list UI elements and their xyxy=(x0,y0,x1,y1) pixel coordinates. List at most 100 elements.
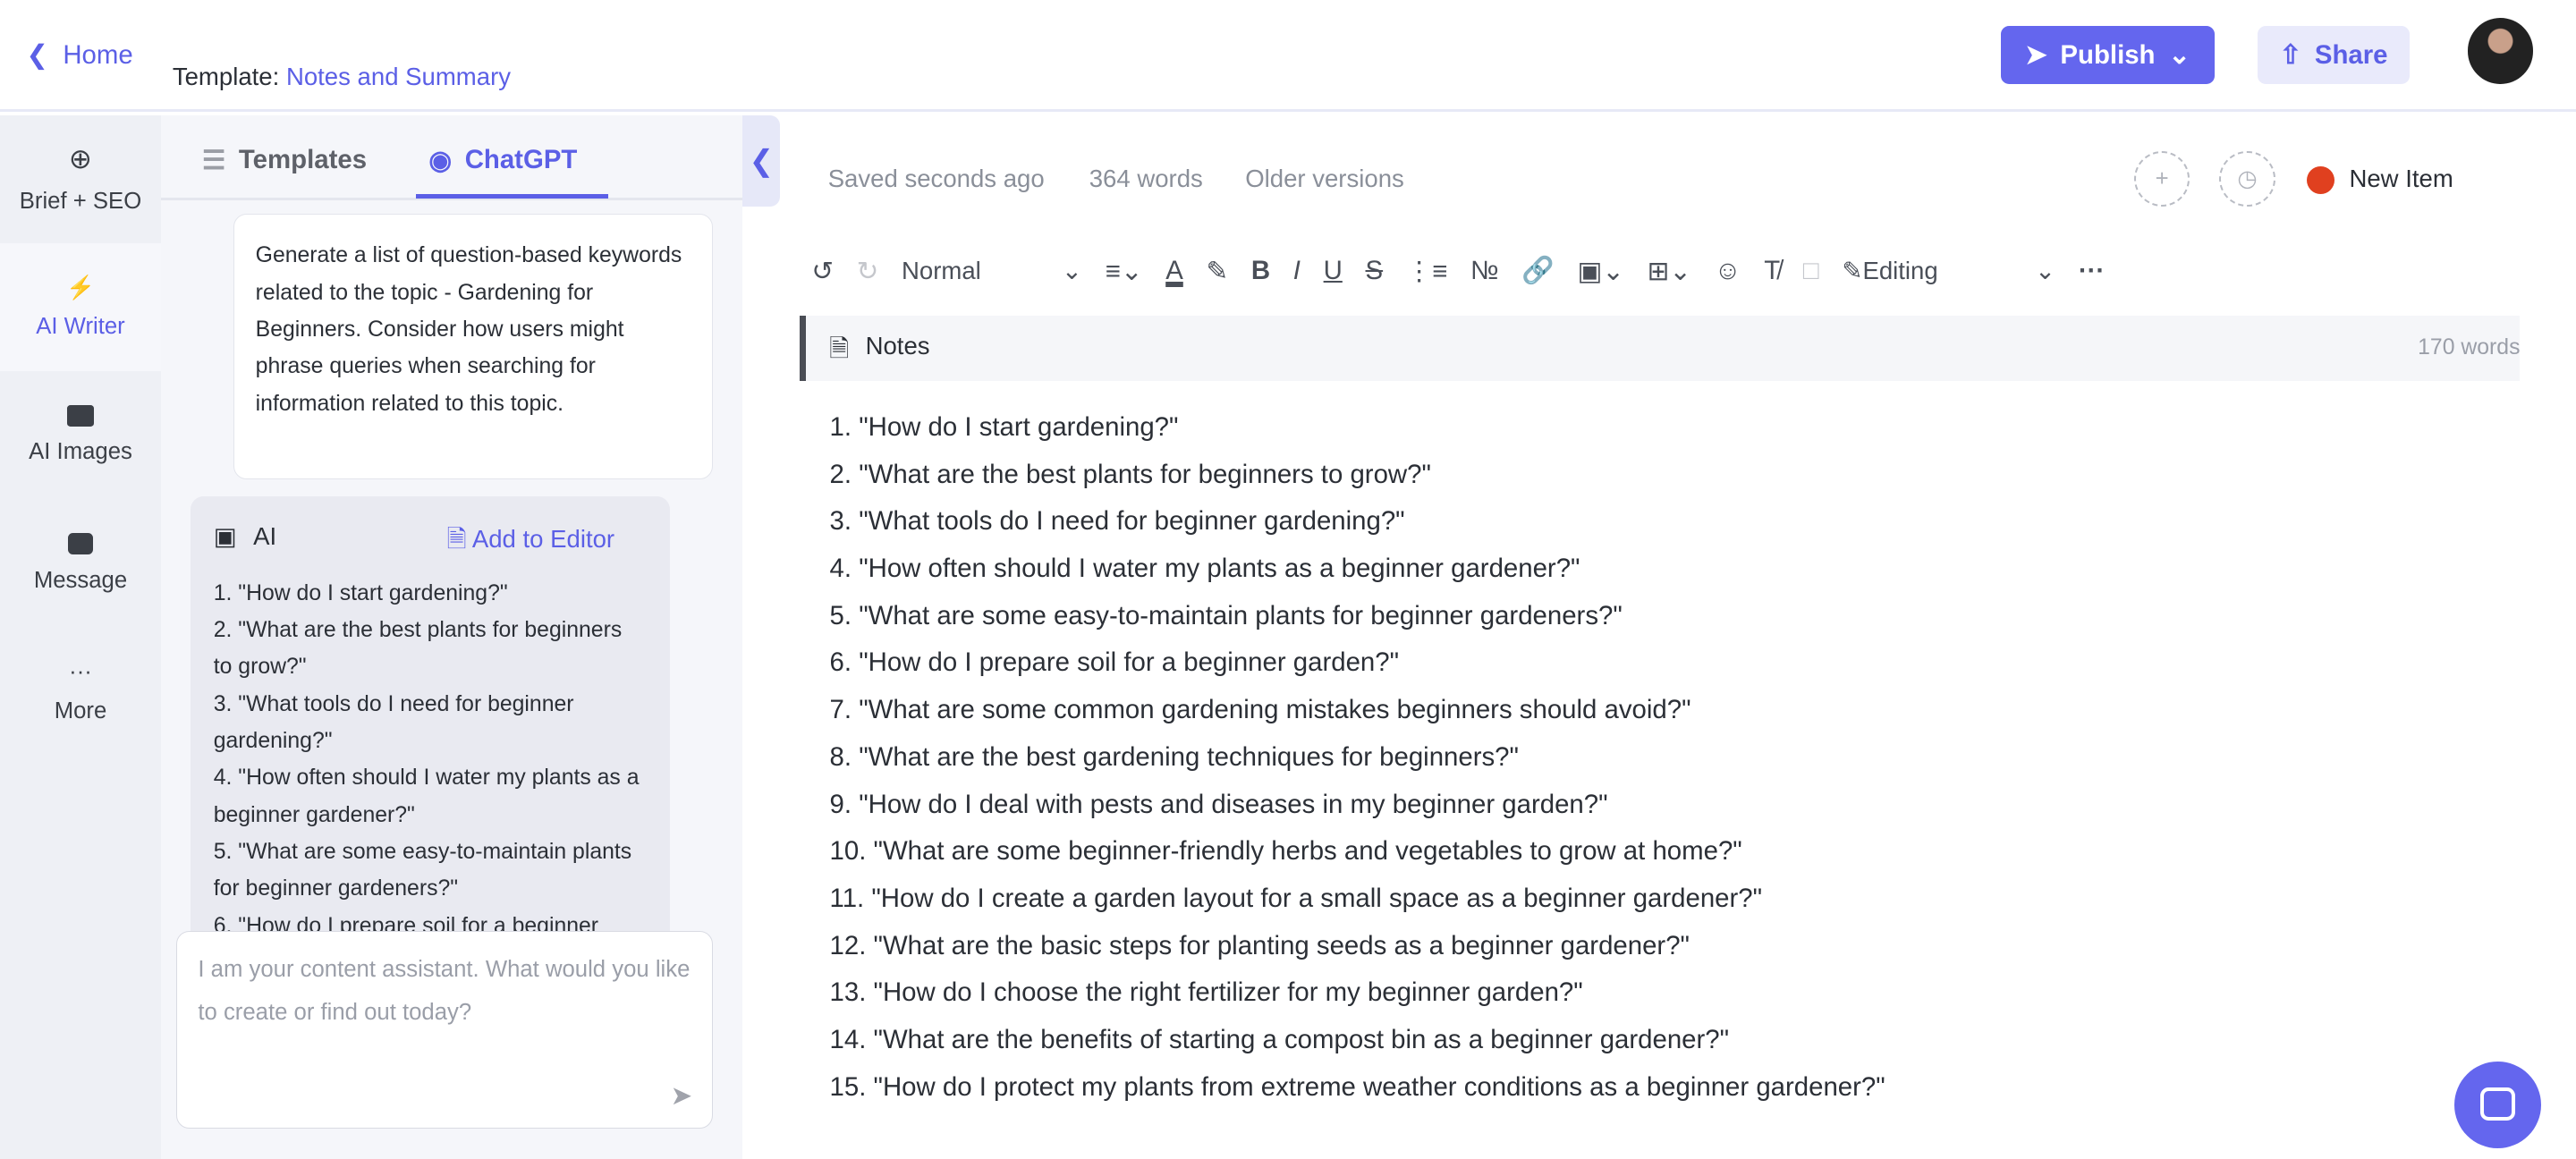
nav-label: More xyxy=(54,698,107,723)
more-options-icon[interactable]: ··· xyxy=(2079,247,2105,296)
emoji-icon[interactable]: ☺ xyxy=(1715,247,1741,296)
home-label: Home xyxy=(63,40,133,71)
template-name[interactable]: Notes and Summary xyxy=(286,63,511,90)
nav-ai-images[interactable]: AI Images xyxy=(0,371,161,499)
message-icon xyxy=(68,533,93,555)
mode-select[interactable]: ✎ Editing ⌄ xyxy=(1842,247,2055,296)
editor-line: 1. "How do I start gardening?" xyxy=(829,411,1179,442)
active-tab-indicator xyxy=(415,193,608,199)
align-icon[interactable]: ≡⌄ xyxy=(1106,247,1143,296)
editor-line: 15. "How do I protect my plants from ext… xyxy=(829,1071,1885,1102)
ai-response: ▣ AI 🗎 Add to Editor 1. "How do I start g… xyxy=(191,495,671,989)
redo-icon[interactable]: ↻ xyxy=(857,247,879,296)
nav-ai-writer[interactable]: ⚡ AI Writer xyxy=(0,242,161,372)
add-to-editor-button[interactable]: 🗎 Add to Editor xyxy=(447,522,615,563)
table-icon[interactable]: ⊞⌄ xyxy=(1648,247,1691,296)
template-label: Template: Notes and Summary xyxy=(173,63,511,91)
chat-support-button[interactable] xyxy=(2454,1061,2542,1148)
template-prefix: Template: xyxy=(172,62,280,90)
user-prompt: Generate a list of question-based keywor… xyxy=(233,213,714,480)
image-icon xyxy=(67,404,94,427)
home-link[interactable]: ❮ Home xyxy=(26,39,132,71)
section-title: Notes xyxy=(865,332,930,360)
publish-label: Publish xyxy=(2060,39,2156,70)
file-import-icon: 🗎 xyxy=(446,525,467,554)
nav-message[interactable]: Message xyxy=(0,499,161,627)
ai-label: AI xyxy=(253,522,277,551)
chevron-down-icon: ⌄ xyxy=(1061,257,1083,285)
nav-label: Message xyxy=(33,567,128,593)
bullet-list-icon[interactable]: ⋮≡ xyxy=(1406,247,1448,296)
ai-response-text: 1. "How do I start gardening?" 2. "What … xyxy=(213,580,640,975)
editor-line: 9. "How do I deal with pests and disease… xyxy=(829,789,1608,819)
nav-label: AI Writer xyxy=(36,314,125,340)
tab-templates[interactable]: ☰ Templates xyxy=(202,145,367,176)
editor-line: 11. "How do I create a garden layout for… xyxy=(829,884,1763,914)
collapse-panel-button[interactable]: ❮ xyxy=(742,114,781,207)
highlight-icon[interactable]: ✎ xyxy=(1206,247,1228,296)
ai-header: ▣ AI xyxy=(214,522,276,551)
tab-label: ChatGPT xyxy=(464,145,578,175)
section-header: 🗎 Notes 170 words xyxy=(800,315,2521,382)
saved-status: Saved seconds ago xyxy=(827,164,1045,192)
add-user-icon[interactable]: + xyxy=(2133,150,2190,207)
chat-bubbles-icon: ◉ xyxy=(428,145,452,175)
add-to-editor-label: Add to Editor xyxy=(471,525,615,554)
chevron-left-icon: ❮ xyxy=(26,40,48,71)
tab-chatgpt[interactable]: ◉ ChatGPT xyxy=(428,145,577,176)
item-status[interactable]: New Item xyxy=(2349,165,2453,193)
status-dot xyxy=(2306,165,2334,194)
bold-icon[interactable]: B xyxy=(1251,247,1270,296)
editor-line: 3. "What tools do I need for beginner ga… xyxy=(829,506,1405,537)
chat-icon xyxy=(2480,1087,2515,1121)
publish-button[interactable]: ➤ Publish ⌄ xyxy=(2001,26,2215,84)
editor-line: 2. "What are the best plants for beginne… xyxy=(829,459,1431,489)
books-icon: ☰ xyxy=(201,145,226,175)
nav-label: AI Images xyxy=(29,439,132,465)
chat-tabs: ☰ Templates ◉ ChatGPT xyxy=(160,115,743,201)
editor-line: 12. "What are the basic steps for planti… xyxy=(829,930,1690,960)
editor-line: 13. "How do I choose the right fertilize… xyxy=(829,977,1583,1008)
strikethrough-icon[interactable]: S xyxy=(1366,247,1384,296)
link-icon[interactable]: 🔗 xyxy=(1521,247,1555,296)
editor-line: 4. "How often should I water my plants a… xyxy=(829,553,1580,583)
word-count: 364 words xyxy=(1089,164,1203,192)
nav-label: Brief + SEO xyxy=(19,189,142,215)
nav-more[interactable]: ··· More xyxy=(0,628,161,756)
chat-panel: ☰ Templates ◉ ChatGPT Generate a list of q… xyxy=(160,114,743,1159)
text-color-icon[interactable]: A xyxy=(1165,247,1183,296)
numbered-list-icon[interactable]: № xyxy=(1470,247,1499,296)
document-icon: 🗎 xyxy=(829,334,850,362)
chat-input[interactable]: I am your content assistant. What would … xyxy=(175,931,714,1129)
tab-label: Templates xyxy=(238,145,368,175)
calendar-icon[interactable]: ◷ xyxy=(2219,150,2275,207)
chat-input-placeholder: I am your content assistant. What would … xyxy=(198,956,691,1025)
crosshair-icon: ⊕ xyxy=(68,143,93,175)
lightning-icon: ⚡ xyxy=(65,275,95,300)
underline-icon[interactable]: U xyxy=(1324,247,1343,296)
editor-line: 6. "How do I prepare soil for a beginner… xyxy=(829,647,1400,678)
pencil-icon: ✎ xyxy=(1842,257,1863,285)
top-bar: ❮ Home Template: Notes and Summary ➤ Publ… xyxy=(0,0,2576,112)
share-label: Share xyxy=(2314,39,2388,70)
nav-brief-seo[interactable]: ⊕ Brief + SEO xyxy=(0,115,161,243)
left-nav: ⊕ Brief + SEO ⚡ AI Writer AI Images Messag… xyxy=(0,114,161,1159)
italic-icon[interactable]: I xyxy=(1293,247,1301,296)
send-icon[interactable]: ➤ xyxy=(670,1075,692,1118)
share-button[interactable]: ⇧ Share xyxy=(2257,26,2411,84)
clear-format-icon[interactable]: T̸ xyxy=(1764,247,1780,296)
editor-line: 8. "What are the best gardening techniqu… xyxy=(829,741,1519,772)
image-icon[interactable]: ▣⌄ xyxy=(1578,247,1624,296)
avatar[interactable] xyxy=(2467,18,2534,84)
undo-icon[interactable]: ↺ xyxy=(811,247,834,296)
comment-icon[interactable]: □ xyxy=(1803,247,1819,296)
chevron-down-icon[interactable]: ⌄ xyxy=(2168,39,2190,71)
editor-line: 10. "What are some beginner-friendly her… xyxy=(829,836,1742,867)
editor-content[interactable]: 1. "How do I start gardening?" 2. "What a… xyxy=(830,404,1885,1112)
editor-line: 7. "What are some common gardening mista… xyxy=(829,695,1691,725)
editor-line: 5. "What are some easy-to-maintain plant… xyxy=(829,600,1623,630)
paragraph-style-select[interactable]: Normal ⌄ xyxy=(902,247,1082,296)
older-versions-link[interactable]: Older versions xyxy=(1245,165,1404,193)
more-icon: ··· xyxy=(69,658,92,684)
send-icon: ➤ xyxy=(2025,40,2047,71)
